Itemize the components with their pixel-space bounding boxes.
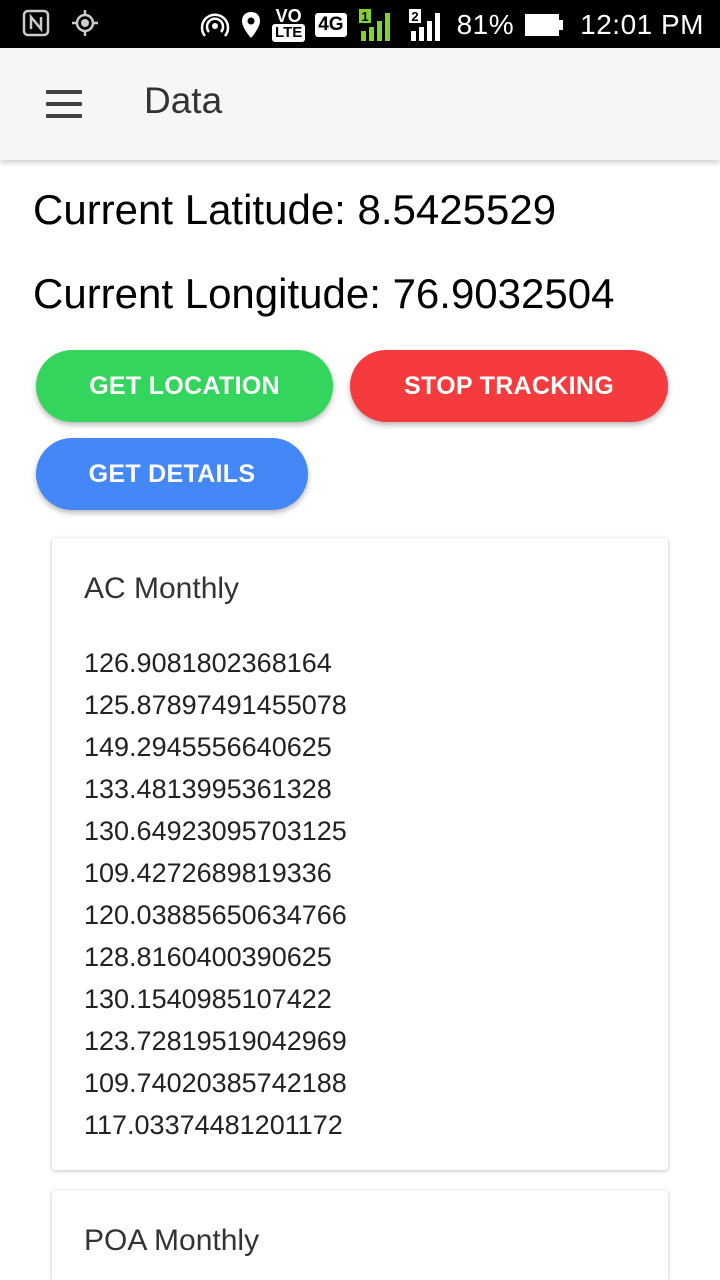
gps-icon: [72, 10, 98, 36]
hotspot-icon: [200, 13, 230, 37]
list-item: 130.64923095703125: [84, 816, 347, 846]
nfc-icon: [22, 9, 50, 37]
card-title: AC Monthly: [84, 572, 240, 605]
stop-tracking-button[interactable]: STOP TRACKING: [350, 350, 668, 422]
poa-monthly-card: POA Monthly: [52, 1190, 668, 1280]
location-icon: [242, 12, 261, 38]
longitude-text: Current Longitude: 76.9032504: [33, 270, 615, 317]
clock: 12:01 PM: [580, 9, 704, 40]
list-item: 130.1540985107422: [84, 984, 332, 1014]
list-item: 117.03374481201172: [84, 1110, 343, 1140]
sim1-label: 1: [361, 9, 368, 24]
status-bar: VO LTE 4G 1 2 81% 12:01 PM: [0, 0, 720, 48]
list-item: 109.4272689819336: [84, 858, 332, 888]
list-item: 126.9081802368164: [84, 648, 332, 678]
status-bar-left: [22, 8, 100, 38]
list-item: 128.8160400390625: [84, 942, 332, 972]
page-title: Data: [144, 80, 223, 121]
volte-top-label: VO: [275, 5, 302, 26]
signal-sim1-icon: 1: [358, 9, 390, 41]
app-bar: Data: [0, 48, 720, 160]
battery-icon: [525, 14, 564, 36]
list-item: 149.2945556640625: [84, 732, 332, 762]
get-details-button[interactable]: GET DETAILS: [36, 438, 308, 510]
list-item: 133.4813995361328: [84, 774, 332, 804]
card-title: POA Monthly: [84, 1224, 260, 1257]
ac-monthly-card: AC Monthly 126.9081802368164 125.8789749…: [52, 538, 668, 1170]
ac-monthly-values: 126.9081802368164 125.87897491455078 149…: [84, 642, 347, 1146]
get-location-button[interactable]: GET LOCATION: [36, 350, 333, 422]
status-bar-right: VO LTE 4G 1 2 81% 12:01 PM: [200, 6, 704, 44]
list-item: 109.74020385742188: [84, 1068, 347, 1098]
latitude-text: Current Latitude: 8.5425529: [33, 186, 557, 233]
signal-sim2-icon: 2: [408, 9, 440, 41]
volte-bottom-label: LTE: [272, 23, 306, 42]
battery-percent: 81%: [456, 9, 515, 40]
list-item: 123.72819519042969: [84, 1026, 347, 1056]
volte-icon: VO LTE: [272, 5, 306, 42]
list-item: 120.03885650634766: [84, 900, 347, 930]
4g-icon: 4G: [315, 13, 347, 37]
list-item: 125.87897491455078: [84, 690, 347, 720]
sim2-label: 2: [411, 9, 418, 24]
hamburger-menu-icon[interactable]: [40, 84, 86, 124]
